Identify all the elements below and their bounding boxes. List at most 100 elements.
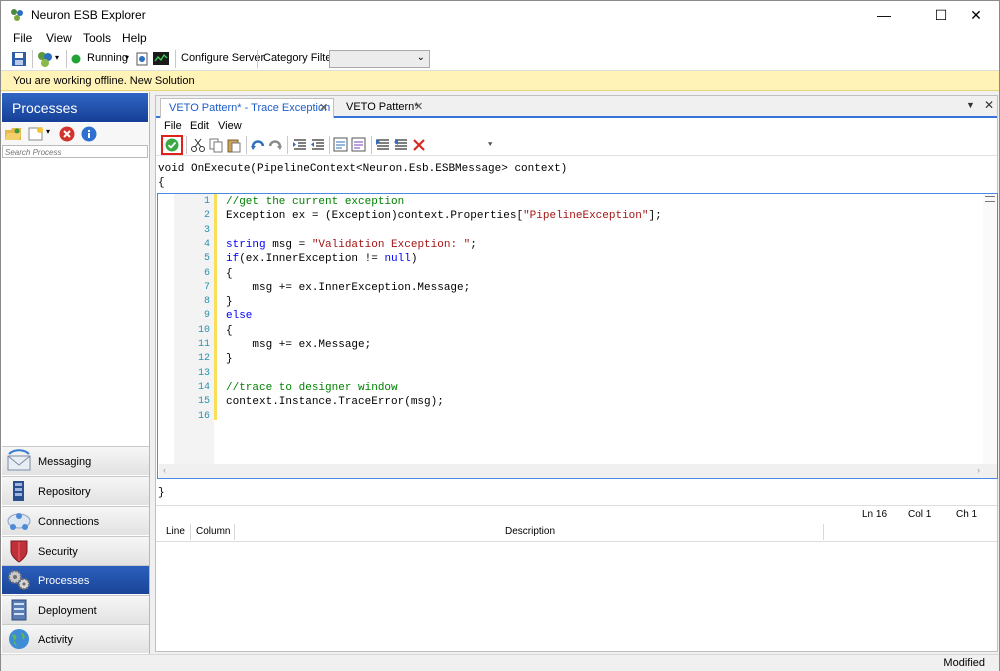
outdent-icon[interactable] — [310, 137, 326, 153]
line-number: 2 — [203, 210, 210, 222]
code-line: Exception ex = (Exception)context.Proper… — [226, 210, 662, 223]
cursor-position-bar: Ln 16 Col 1 Ch 1 — [156, 505, 997, 521]
cut-icon[interactable] — [190, 137, 206, 153]
error-col-line[interactable]: Line — [166, 526, 185, 537]
editor-menu-view[interactable]: View — [218, 120, 242, 132]
solution-icon[interactable] — [36, 50, 54, 68]
nav-connections[interactable]: Connections — [2, 506, 149, 535]
code-line: } — [226, 296, 233, 309]
copy-icon[interactable] — [208, 137, 224, 153]
scroll-split-handle[interactable] — [985, 196, 995, 202]
app-window: Neuron ESB Explorer — ☐ ✕ File View Tool… — [0, 0, 1000, 671]
toolbar-overflow-icon[interactable]: ⯆ — [487, 140, 493, 150]
close-tab-icon[interactable]: ✕ — [414, 100, 423, 113]
tab-veto-pattern-trace-exception[interactable]: VETO Pattern* - Trace Exception ✕ — [160, 98, 334, 118]
chevron-down-icon[interactable]: ▾ — [55, 53, 59, 62]
bookmark-next-icon[interactable] — [393, 137, 409, 153]
server-icon — [11, 599, 27, 621]
main-toolbar: ▾ Running ▾ Configure Server Category Fi… — [1, 47, 999, 71]
redo-icon[interactable] — [267, 137, 283, 153]
undo-icon[interactable] — [250, 137, 266, 153]
search-process-field[interactable] — [2, 145, 148, 158]
nav-security[interactable]: Security — [2, 536, 149, 565]
nav-deployment[interactable]: Deployment — [2, 595, 149, 624]
document-tabstrip: VETO Pattern* - Trace Exception ✕ VETO P… — [156, 96, 997, 118]
nav-messaging[interactable]: Messaging — [2, 446, 149, 475]
running-dropdown-icon[interactable]: ▾ — [125, 53, 129, 62]
scroll-left-icon[interactable]: ‹ — [163, 465, 166, 475]
uncomment-icon[interactable] — [351, 137, 367, 153]
menu-tools[interactable]: Tools — [83, 31, 111, 45]
close-tab-icon[interactable]: ✕ — [319, 101, 328, 114]
configure-server-button[interactable]: Configure Server — [181, 52, 264, 64]
line-number: 10 — [197, 324, 210, 336]
code-line: { — [226, 267, 233, 280]
error-col-description[interactable]: Description — [505, 526, 555, 537]
menu-help[interactable]: Help — [122, 31, 147, 45]
line-number: 5 — [203, 253, 210, 265]
menu-view[interactable]: View — [46, 31, 72, 45]
new-dropdown-icon[interactable]: ▾ — [46, 127, 50, 136]
editor-menu-file[interactable]: File — [164, 120, 182, 132]
code-line: { — [226, 324, 233, 337]
line-indicator: Ln 16 — [862, 509, 888, 520]
check-icon — [165, 138, 179, 152]
left-pane: Processes ▾ Messaging — [1, 92, 150, 654]
line-number: 3 — [203, 224, 210, 236]
new-process-icon[interactable] — [28, 126, 44, 142]
line-number: 8 — [203, 296, 210, 308]
delete-icon[interactable] — [59, 126, 75, 142]
save-icon[interactable] — [11, 51, 27, 67]
clear-bookmarks-icon[interactable] — [411, 137, 427, 153]
menu-bar: File View Tools Help — [1, 29, 999, 47]
editor-vertical-scrollbar[interactable] — [983, 194, 997, 464]
code-line: else — [226, 310, 253, 323]
console-icon[interactable] — [153, 52, 169, 65]
menu-file[interactable]: File — [13, 31, 32, 45]
method-signature: void OnExecute(PipelineContext<Neuron.Es… — [158, 163, 568, 175]
running-label[interactable]: Running — [87, 52, 128, 64]
category-filter-select[interactable]: ⌄ — [329, 50, 430, 68]
code-line: if(ex.InnerException != null) — [226, 253, 418, 266]
status-text: Modified — [943, 657, 985, 669]
nav-activity[interactable]: Activity — [2, 624, 149, 653]
editor-horizontal-scrollbar[interactable]: ‹ › — [159, 464, 997, 478]
nav-processes[interactable]: Processes — [2, 565, 149, 594]
editor-menu-edit[interactable]: Edit — [190, 120, 209, 132]
left-pane-title: Processes — [12, 100, 78, 116]
editor-toolbar: ⯆ — [156, 134, 997, 156]
error-col-column[interactable]: Column — [196, 526, 230, 537]
gears-icon — [8, 570, 30, 590]
offline-notice-bar: You are working offline. New Solution — [1, 71, 999, 91]
open-folder-icon[interactable] — [4, 126, 22, 142]
line-number: 9 — [203, 310, 210, 322]
title-bar: Neuron ESB Explorer — ☐ ✕ — [1, 1, 999, 29]
line-number: 13 — [197, 367, 210, 379]
changed-lines-marker — [214, 194, 217, 420]
document-area: VETO Pattern* - Trace Exception ✕ VETO P… — [155, 95, 998, 652]
info-doc-icon[interactable] — [136, 52, 148, 66]
shield-icon — [10, 540, 28, 563]
bookmark-prev-icon[interactable] — [375, 137, 391, 153]
code-editor[interactable]: 1 //get the current exception 2 Exception e… — [157, 193, 998, 479]
running-status-icon — [71, 54, 81, 64]
code-line: string msg = "Validation Exception: "; — [226, 238, 477, 251]
close-button[interactable]: ✕ — [953, 1, 999, 29]
line-number: 14 — [197, 381, 210, 393]
info-icon[interactable] — [81, 126, 97, 142]
minimize-button[interactable]: — — [861, 1, 907, 29]
close-document-icon[interactable]: ✕ — [984, 98, 994, 112]
scroll-right-icon[interactable]: › — [977, 465, 980, 475]
search-process-input[interactable] — [3, 147, 147, 158]
nav-repository[interactable]: Repository — [2, 476, 149, 505]
paste-icon[interactable] — [226, 137, 242, 153]
left-pane-header: Processes — [2, 93, 148, 122]
tab-list-dropdown-icon[interactable]: ▼ — [966, 100, 975, 110]
indent-icon[interactable] — [292, 137, 308, 153]
open-brace: { — [158, 177, 165, 189]
window-title: Neuron ESB Explorer — [31, 8, 146, 22]
compile-button[interactable] — [161, 135, 183, 155]
tab-veto-pattern[interactable]: VETO Pattern* ✕ — [338, 98, 426, 118]
comment-icon[interactable] — [333, 137, 349, 153]
status-bar: Modified — [1, 654, 999, 671]
